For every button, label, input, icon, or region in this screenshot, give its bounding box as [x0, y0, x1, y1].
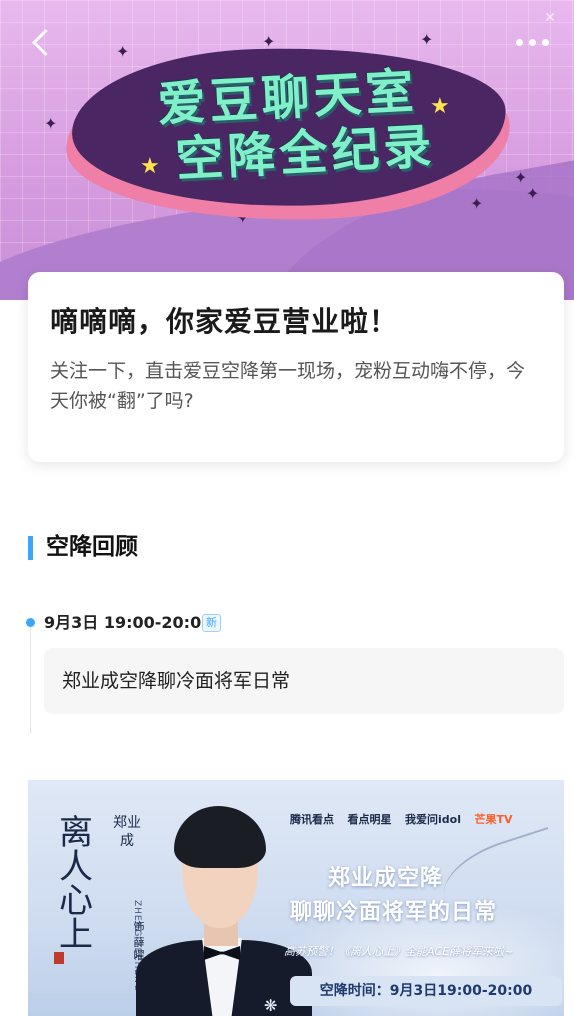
- intro-description: 关注一下，直击爱豆空降第一现场，宠粉互动嗨不停，今天你被“翻”了吗?: [50, 360, 526, 412]
- sparkle-icon: ✦: [470, 194, 484, 213]
- ellipsis-icon: [516, 39, 523, 46]
- event-poster[interactable]: 离人心上 郑业成 ZHENG YECHENG 饰 薛曜 ❋ 腾讯看点 看点明星 …: [28, 780, 564, 1016]
- logo-tencent: 腾讯看点: [290, 813, 334, 826]
- logo-kandian-star: 看点明星: [347, 813, 392, 826]
- star-icon: ★: [140, 154, 160, 179]
- close-icon[interactable]: ✕: [544, 10, 556, 26]
- timeline-item[interactable]: 郑业成空降聊冷面将军日常: [44, 648, 564, 714]
- drama-title: 离人心上: [59, 813, 93, 955]
- timeline-line: [30, 626, 31, 734]
- timeline-time: 9月3日 19:00-20:00: [44, 613, 213, 632]
- intro-title: 嘀嘀嘀，你家爱豆营业啦！: [50, 305, 399, 338]
- portrait-hair: [174, 806, 266, 868]
- sparkle-icon: ✦: [526, 184, 540, 203]
- partner-logos: 腾讯看点 看点明星 我爱问idol 芒果TV: [290, 808, 523, 832]
- section-title: 空降回顾: [46, 534, 138, 560]
- sparkle-icon: ✦: [44, 114, 58, 133]
- timeline-dot: [26, 618, 35, 627]
- poster-subline: 高苏预警！《离人心上》全能ACE薛将军来啦~: [284, 945, 514, 958]
- sparkle-icon: ✦: [116, 42, 130, 61]
- poster-headline-2: 聊聊冷面将军的日常: [290, 900, 498, 925]
- star-icon: ★: [430, 94, 450, 119]
- ellipsis-icon: [529, 39, 536, 46]
- banner-title: 爱豆聊天室 空降全纪录: [69, 59, 508, 194]
- hero-banner: ✦ ✦ ✦ ✦ ✦ ✦ ✦ ✦ 爱豆聊天室 空降全纪录 ★ ★ ✕: [0, 0, 574, 300]
- logo-woaiwen: 我爱问idol: [405, 813, 461, 826]
- section-accent-bar: [28, 536, 33, 560]
- sparkle-icon: ✦: [420, 30, 434, 49]
- logo-mgtv: 芒果TV: [474, 813, 513, 826]
- intro-card: 嘀嘀嘀，你家爱豆营业啦！ 关注一下，直击爱豆空降第一现场，宠粉互动嗨不停，今天你…: [28, 272, 564, 462]
- ellipsis-icon: [542, 39, 549, 46]
- more-button[interactable]: [514, 36, 550, 48]
- poster-headline: 郑业成空降: [328, 866, 444, 891]
- new-badge: 新: [202, 614, 221, 632]
- back-button[interactable]: [28, 28, 58, 58]
- seal-stamp: [54, 952, 64, 964]
- brooch-icon: ❋: [264, 996, 278, 1015]
- sparkle-icon: ✦: [262, 32, 276, 51]
- poster-airtime: 空降时间：9月3日19:00-20:00: [290, 976, 562, 1006]
